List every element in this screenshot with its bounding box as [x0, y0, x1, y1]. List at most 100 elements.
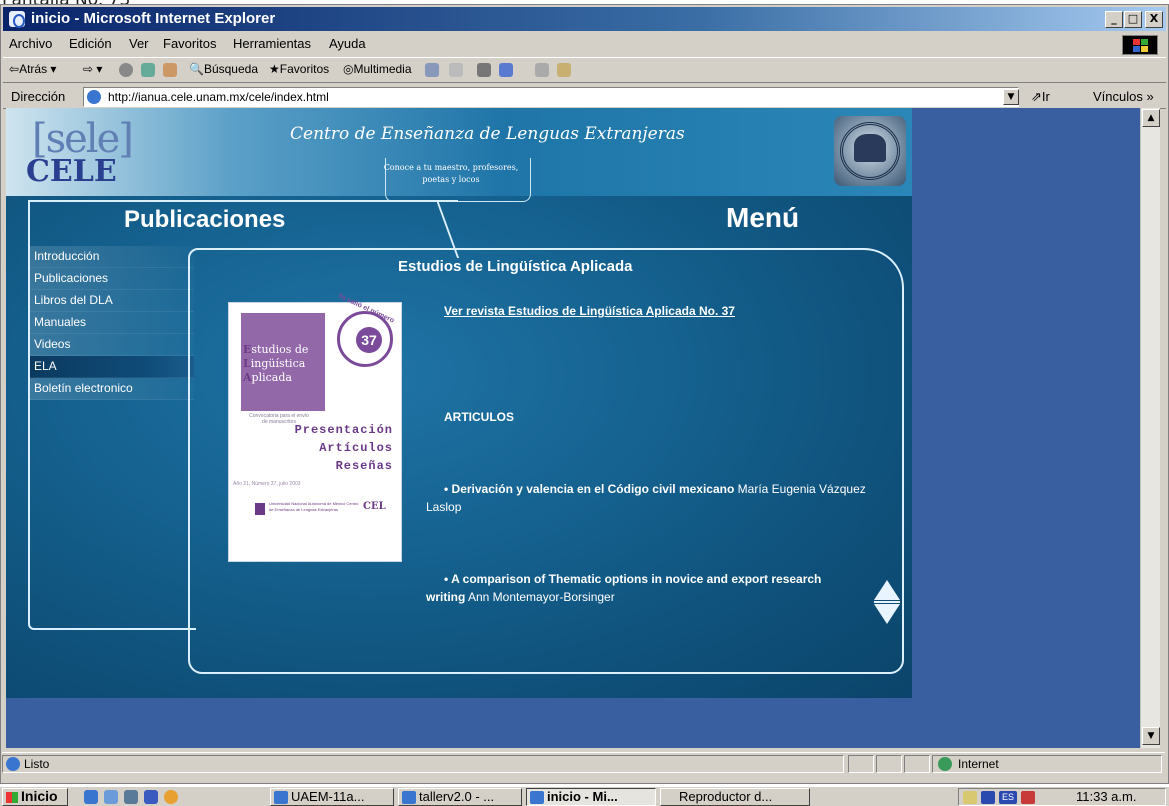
messenger-icon[interactable] — [557, 63, 571, 77]
media-tray-icon[interactable] — [981, 791, 995, 804]
refresh-icon[interactable] — [141, 63, 155, 77]
multimedia-button[interactable]: ◎Multimedia — [343, 62, 412, 76]
menu-herramientas[interactable]: Herramientas — [233, 36, 311, 51]
cover-word-articulos: Artículos — [319, 441, 393, 455]
volume-icon[interactable] — [963, 791, 977, 804]
browser-viewport: [sele] CELE Centro de Enseñanza de Lengu… — [6, 108, 1140, 748]
address-dropdown-button[interactable]: ▼ — [1003, 89, 1019, 105]
address-label: Dirección — [11, 89, 66, 104]
favorites-label: Favoritos — [279, 62, 330, 76]
close-button[interactable]: X — [1145, 11, 1163, 28]
ie-icon — [9, 11, 25, 28]
sidebar-item-manuales[interactable]: Manuales — [30, 312, 194, 334]
clock: 11:33 a.m. — [1076, 789, 1137, 804]
scrollbar-down-button[interactable]: ▼ — [1142, 727, 1160, 745]
logo-cele-text: CELE — [26, 154, 117, 189]
mail-icon[interactable] — [449, 63, 463, 77]
cover-badge-number: 37 — [356, 327, 382, 353]
quicklaunch-desktop-icon[interactable] — [124, 790, 138, 804]
journal-cover-image[interactable]: Estudios de Lingüística Aplicada Ya sali… — [228, 292, 402, 562]
history-icon[interactable] — [425, 63, 439, 77]
content-title: Estudios de Lingüística Aplicada — [398, 258, 633, 275]
article-title: • Derivación y valencia en el Código civ… — [444, 482, 735, 496]
cover-issue-line: Año 21, Número 37, julio 2003 — [233, 481, 301, 487]
quicklaunch-media-icon[interactable] — [164, 790, 178, 804]
go-button[interactable]: ⇗Ir — [1031, 89, 1050, 105]
menu-title: Menú — [726, 202, 800, 233]
task-button-uaem[interactable]: UAEM-11a... — [270, 788, 394, 806]
maximize-button[interactable]: □ — [1124, 11, 1142, 28]
scroll-up-arrow-icon[interactable] — [874, 580, 900, 600]
site-title: Centro de Enseñanza de Lenguas Extranjer… — [290, 124, 685, 144]
address-bar: Dirección http://ianua.cele.unam.mx/cele… — [3, 85, 1166, 109]
site-header: [sele] CELE Centro de Enseñanza de Lengu… — [6, 108, 912, 202]
edit-icon[interactable] — [499, 63, 513, 77]
sidebar-item-introduccion[interactable]: Introducción — [30, 246, 194, 268]
sidebar-item-videos[interactable]: Videos — [30, 334, 194, 356]
print-icon[interactable] — [477, 63, 491, 77]
scrollbar-up-button[interactable]: ▲ — [1142, 109, 1160, 127]
standard-toolbar: ⇦Atrás ▾ ⇨ ▾ 🔍Búsqueda ★Favoritos ◎Multi… — [3, 57, 1166, 83]
window-title: inicio - Microsoft Internet Explorer — [31, 10, 276, 27]
status-cell — [904, 755, 930, 773]
scroll-down-arrow-icon[interactable] — [874, 604, 900, 624]
journal-link[interactable]: Ver revista Estudios de Lingüística Apli… — [444, 304, 735, 318]
title-bar[interactable]: inicio - Microsoft Internet Explorer _ □… — [3, 7, 1166, 31]
task-button-reproductor[interactable]: Reproductor d... — [660, 788, 810, 806]
cover-cele-logo: CEL — [363, 501, 386, 512]
sidebar-item-libros-dla[interactable]: Libros del DLA — [30, 290, 194, 312]
status-bar: Listo Internet — [2, 752, 1165, 774]
quicklaunch-outlook-icon[interactable] — [104, 790, 118, 804]
cover-org-text: Universidad Nacional Autónoma de México … — [269, 501, 359, 512]
tagline[interactable]: Conoce a tu maestro, profesores, poetas … — [376, 162, 526, 186]
status-cell — [876, 755, 902, 773]
menu-favoritos[interactable]: Favoritos — [163, 36, 216, 51]
quicklaunch-ie-icon[interactable] — [84, 790, 98, 804]
cover-title: Estudios de Lingüística Aplicada — [243, 343, 309, 384]
search-label: Búsqueda — [203, 62, 258, 76]
sidebar-item-boletin[interactable]: Boletín electronico — [30, 378, 194, 400]
quicklaunch-word-icon[interactable] — [144, 790, 158, 804]
site-page: [sele] CELE Centro de Enseñanza de Lengu… — [6, 108, 912, 698]
article-item[interactable]: • Derivación y valencia en el Código civ… — [426, 480, 896, 516]
cover-unam-logo-icon — [255, 503, 265, 515]
start-button[interactable]: Inicio — [2, 788, 68, 806]
sidebar-menu: Introducción Publicaciones Libros del DL… — [30, 246, 194, 400]
multimedia-label: Multimedia — [353, 62, 412, 76]
status-main-cell — [2, 755, 844, 773]
sidebar-item-ela[interactable]: ELA — [30, 356, 194, 378]
task-button-taller[interactable]: tallerv2.0 - ... — [398, 788, 522, 806]
article-item[interactable]: • A comparison of Thematic options in no… — [426, 570, 836, 606]
status-cell — [848, 755, 874, 773]
search-button[interactable]: 🔍Búsqueda — [189, 62, 258, 76]
menu-ver[interactable]: Ver — [129, 36, 149, 51]
vertical-scrollbar[interactable]: ▲ ▼ — [1140, 108, 1160, 748]
cele-logo[interactable]: [sele] CELE — [20, 114, 134, 190]
section-title: Publicaciones — [124, 206, 286, 233]
menu-edicion[interactable]: Edición — [69, 36, 112, 51]
scroll-arrows — [874, 580, 900, 626]
address-input[interactable]: http://ianua.cele.unam.mx/cele/index.htm… — [83, 87, 1019, 107]
network-tray-icon[interactable] — [1021, 791, 1035, 804]
menu-ayuda[interactable]: Ayuda — [329, 36, 366, 51]
home-icon[interactable] — [163, 63, 177, 77]
unam-seal-icon — [834, 116, 906, 186]
forward-button[interactable]: ⇨ ▾ — [83, 62, 102, 76]
stop-icon[interactable] — [119, 63, 133, 77]
favorites-button[interactable]: ★Favoritos — [269, 62, 329, 76]
go-label: Ir — [1041, 89, 1050, 104]
minimize-button[interactable]: _ — [1105, 11, 1123, 28]
discuss-icon[interactable] — [535, 63, 549, 77]
sidebar-item-publicaciones[interactable]: Publicaciones — [30, 268, 194, 290]
status-zone: Internet — [958, 757, 999, 771]
back-label: Atrás — [19, 62, 48, 76]
menu-archivo[interactable]: Archivo — [9, 36, 52, 51]
language-indicator[interactable]: ES — [999, 791, 1017, 804]
status-page-icon — [6, 757, 20, 771]
back-button[interactable]: ⇦Atrás ▾ — [9, 62, 56, 76]
links-button[interactable]: Vínculos » — [1093, 89, 1154, 104]
task-button-inicio[interactable]: inicio - Mi... — [526, 788, 656, 806]
cover-word-resenas: Reseñas — [335, 459, 393, 473]
page-favicon-icon — [87, 90, 101, 104]
article-author: Ann Montemayor-Borsinger — [468, 590, 615, 604]
